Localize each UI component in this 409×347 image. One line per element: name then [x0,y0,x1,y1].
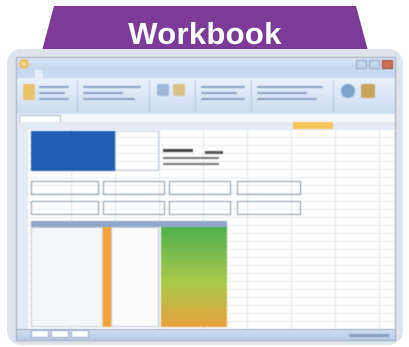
minimize-icon[interactable] [356,60,367,69]
values-column[interactable] [111,227,159,327]
ribbon [17,78,395,115]
text-line [205,151,223,154]
close-icon[interactable] [382,60,393,69]
banner-title: Workbook [128,16,282,51]
ribbon-tab[interactable] [84,70,90,78]
summary-box[interactable] [169,201,231,215]
window-controls [356,60,393,69]
ribbon-group-clipboard [19,80,78,112]
status-bar [17,329,395,340]
text-line [163,157,219,159]
ribbon-tab[interactable] [96,70,100,78]
sheet-grid[interactable] [27,129,395,329]
ribbon-table-icon[interactable] [157,84,169,96]
ribbon-tab[interactable] [61,70,68,78]
ribbon-tab[interactable] [35,70,44,78]
ribbon-tab[interactable] [74,70,78,78]
info-values-block[interactable] [115,131,159,171]
ribbon-group-number [197,80,252,112]
summary-box[interactable] [103,201,165,215]
sheet-tab[interactable] [51,330,69,338]
summary-box[interactable] [103,181,165,195]
spreadsheet-window [16,57,396,341]
text-line [163,149,193,152]
summary-box[interactable] [237,201,301,215]
text-line [163,163,219,165]
date-column[interactable] [31,227,103,327]
ribbon-tab[interactable] [49,70,55,78]
blue-info-block[interactable] [31,131,115,171]
window-titlebar [17,58,395,70]
summary-box[interactable] [237,181,301,195]
summary-box[interactable] [169,181,231,195]
summary-box[interactable] [31,181,99,195]
sheet-tab[interactable] [71,330,89,338]
heat-column[interactable] [161,227,227,327]
sheet-tab[interactable] [31,330,49,338]
summary-box[interactable] [31,201,99,215]
ribbon-group-styles [253,80,334,112]
maximize-icon[interactable] [369,60,380,69]
orange-marker-column [103,227,111,327]
ribbon-filter-icon[interactable] [361,84,375,98]
office-button-icon[interactable] [19,59,29,69]
ribbon-chart-icon[interactable] [173,84,185,96]
ribbon-tab-strip [17,70,395,78]
selected-column-header [293,122,333,129]
zoom-slider[interactable] [349,334,389,337]
ribbon-group-editing [335,80,393,112]
ribbon-group-font [79,80,150,112]
ribbon-group-alignment [151,80,196,112]
ribbon-paste-icon[interactable] [23,84,35,100]
ribbon-sort-icon[interactable] [341,84,355,98]
